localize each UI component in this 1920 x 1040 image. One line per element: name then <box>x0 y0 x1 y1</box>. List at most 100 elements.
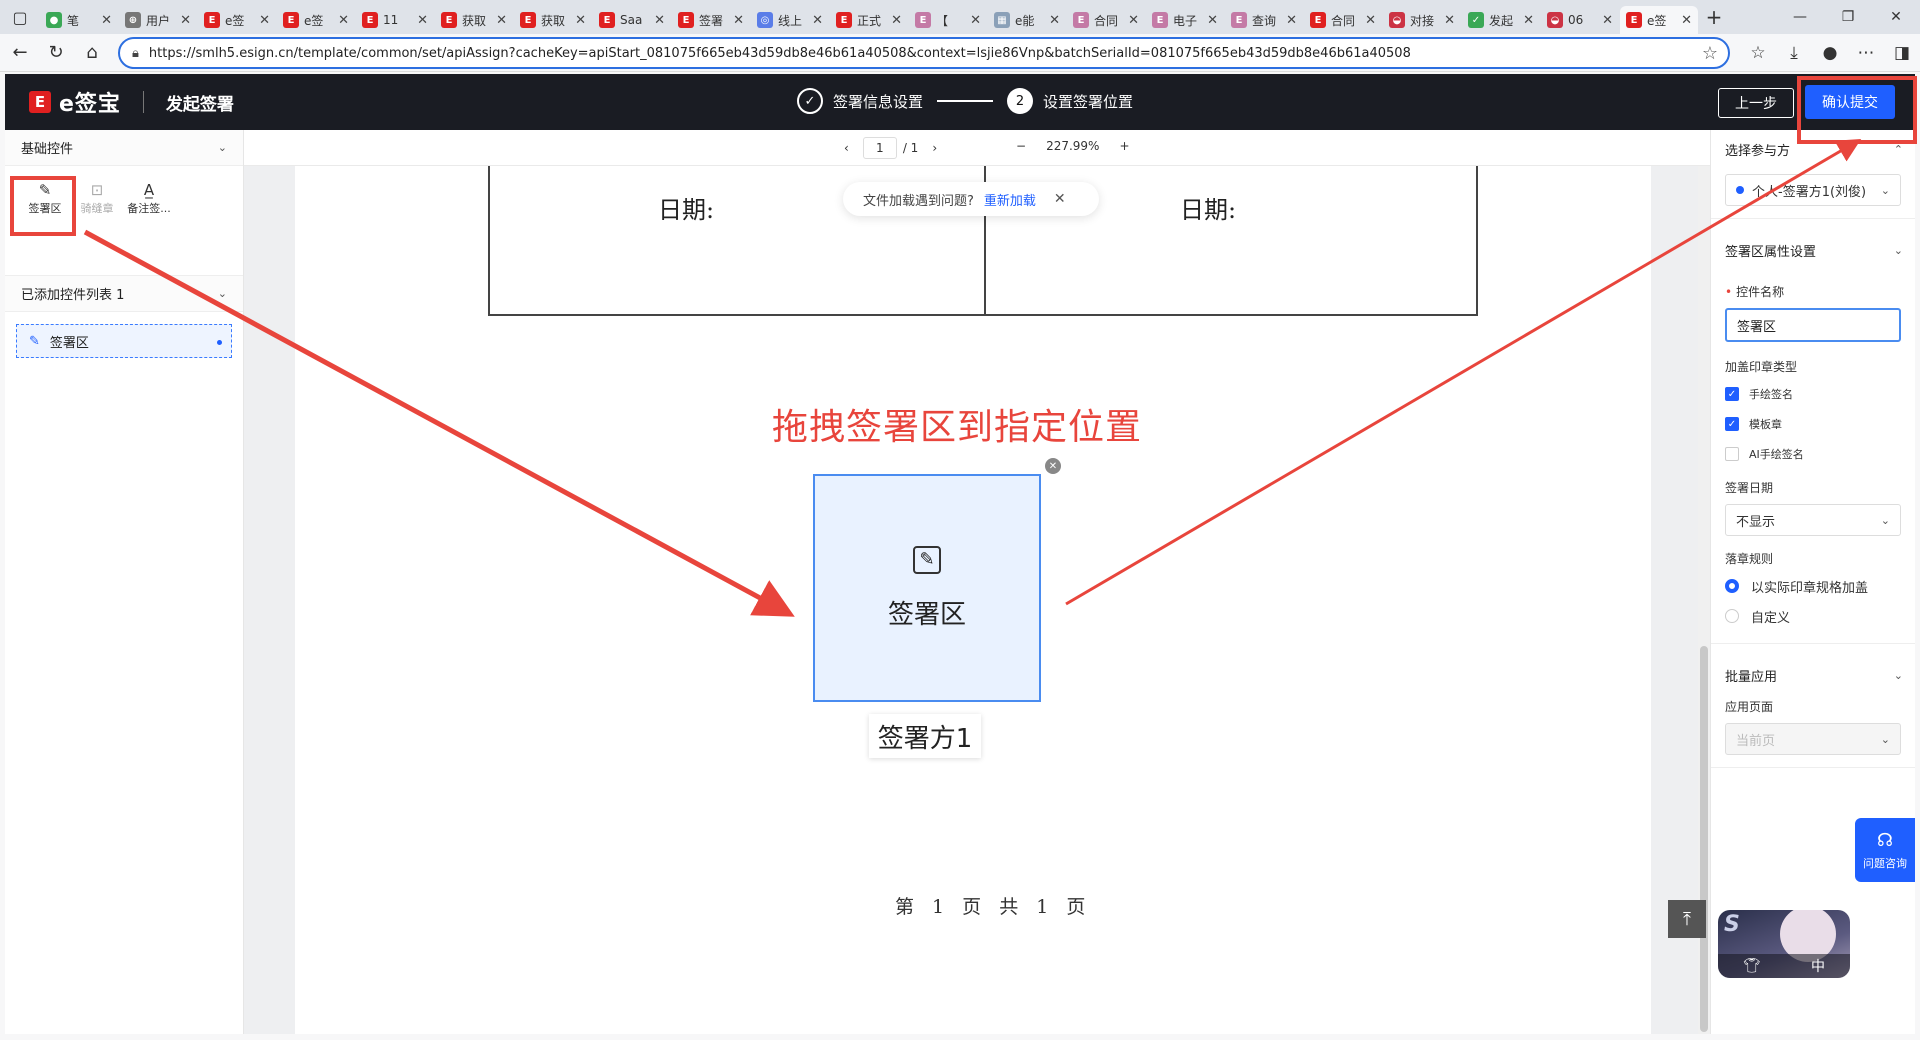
browser-tab[interactable]: ◎ 线上 ✕ <box>751 6 829 34</box>
radio-icon[interactable] <box>1725 579 1739 593</box>
more-menu-icon[interactable]: ⋯ <box>1848 37 1884 69</box>
browser-tab[interactable]: E 查询 ✕ <box>1225 6 1303 34</box>
browser-tab[interactable]: ◒ 对接 ✕ <box>1383 6 1461 34</box>
browser-tab[interactable]: E 11 ✕ <box>356 6 434 34</box>
minimize-icon[interactable]: — <box>1776 0 1824 34</box>
browser-tab[interactable]: Ee签 ✕ <box>1620 6 1698 34</box>
browser-tab[interactable]: Ee签 ✕ <box>277 6 355 34</box>
seal-type-option[interactable]: AI手绘签名 <box>1711 439 1915 469</box>
home-icon[interactable]: ⌂ <box>76 37 108 69</box>
close-icon[interactable]: ✕ <box>1054 191 1066 207</box>
seal-type-option[interactable]: ✓ 模板章 <box>1711 409 1915 439</box>
tab-close-icon[interactable]: ✕ <box>575 13 586 28</box>
sign-date-select[interactable]: 不显示 ⌄ <box>1725 504 1901 536</box>
browser-tab[interactable]: E 签署 ✕ <box>672 6 750 34</box>
tab-close-icon[interactable]: ✕ <box>496 13 507 28</box>
next-page-icon[interactable]: › <box>932 141 937 155</box>
radio-icon[interactable] <box>1725 609 1739 623</box>
seal-rule-option[interactable]: 自定义 <box>1711 601 1915 631</box>
browser-tab[interactable]: E 获取 ✕ <box>435 6 513 34</box>
tab-close-icon[interactable]: ✕ <box>1049 13 1060 28</box>
chevron-down-icon[interactable]: ⌄ <box>218 141 227 154</box>
browser-tab[interactable]: E 【 ✕ <box>909 6 987 34</box>
scrollbar-thumb[interactable] <box>1700 646 1708 1032</box>
props-section-header[interactable]: 签署区属性设置 ⌄ <box>1711 231 1915 269</box>
new-tab-button[interactable]: + <box>1699 3 1729 31</box>
reload-link[interactable]: 重新加载 <box>984 190 1036 209</box>
site-info-icon[interactable]: 🔒︎ <box>132 46 139 61</box>
back-to-top-icon[interactable]: ⤒ <box>1668 900 1706 938</box>
browser-tab[interactable]: ● 笔 ✕ <box>40 6 118 34</box>
help-consult-button[interactable]: ☊ 问题咨询 <box>1855 818 1915 882</box>
apply-page-select[interactable]: 当前页 ⌄ <box>1725 723 1901 755</box>
browser-tab[interactable]: Ee签 ✕ <box>198 6 276 34</box>
control-tool[interactable]: ⊡ 骑缝章 <box>71 180 123 275</box>
tab-close-icon[interactable]: ✕ <box>1128 13 1139 28</box>
prev-page-icon[interactable]: ‹ <box>844 141 849 155</box>
tab-close-icon[interactable]: ✕ <box>733 13 744 28</box>
browser-tab[interactable]: ✓ 发起 ✕ <box>1462 6 1540 34</box>
tab-close-icon[interactable]: ✕ <box>1523 13 1534 28</box>
control-name-input[interactable]: 签署区 <box>1725 308 1901 342</box>
browser-tab[interactable]: E 电子 ✕ <box>1146 6 1224 34</box>
browser-tab[interactable]: E 合同 ✕ <box>1304 6 1382 34</box>
zoom-in-icon[interactable]: + <box>1119 139 1129 153</box>
previous-step-button[interactable]: 上一步 <box>1718 88 1794 118</box>
added-controls-header[interactable]: 已添加控件列表 1 ⌄ <box>5 276 243 312</box>
browser-tab[interactable]: E 获取 ✕ <box>514 6 592 34</box>
browser-tab[interactable]: E 正式 ✕ <box>830 6 908 34</box>
favorite-star-icon[interactable]: ☆ <box>1702 43 1718 64</box>
tab-close-icon[interactable]: ✕ <box>101 13 112 28</box>
zoom-out-icon[interactable]: − <box>1016 139 1026 153</box>
tab-close-icon[interactable]: ✕ <box>1365 13 1376 28</box>
chevron-down-icon[interactable]: ⌄ <box>1894 669 1903 682</box>
window-menu-icon[interactable]: ▢ <box>0 0 40 34</box>
url-input[interactable]: 🔒︎ https://smlh5.esign.cn/template/commo… <box>118 37 1730 69</box>
tab-close-icon[interactable]: ✕ <box>970 13 981 28</box>
party-select[interactable]: 个人-签署方1(刘俊) ⌄ <box>1725 174 1901 206</box>
browser-tab[interactable]: ▦ e能 ✕ <box>988 6 1066 34</box>
control-tool[interactable]: A̲ 备注签... <box>123 180 175 275</box>
tab-close-icon[interactable]: ✕ <box>1602 13 1613 28</box>
ime-floating-widget[interactable]: S 👕︎ 中 <box>1718 910 1850 978</box>
browser-tab[interactable]: E Saa ✕ <box>593 6 671 34</box>
checkbox-icon[interactable]: ✓ <box>1725 417 1739 431</box>
sidebar-toggle-icon[interactable]: ◨ <box>1884 37 1920 69</box>
favorites-icon[interactable]: ☆ <box>1740 37 1776 69</box>
profile-avatar-icon[interactable]: ● <box>1812 37 1848 69</box>
ime-mode[interactable]: 中 <box>1811 956 1825 976</box>
restore-icon[interactable]: ❐ <box>1824 0 1872 34</box>
close-window-icon[interactable]: ✕ <box>1872 0 1920 34</box>
document-page[interactable]: 日期: 日期: 文件加载遇到问题? 重新加载 ✕ 拖拽签署区到指定位置 ✎ 签署… <box>295 166 1651 1034</box>
added-control-item[interactable]: ✎ 签署区 <box>16 324 232 358</box>
remove-signature-area-icon[interactable]: ✕ <box>1045 458 1061 474</box>
browser-tab[interactable]: E 合同 ✕ <box>1067 6 1145 34</box>
tab-close-icon[interactable]: ✕ <box>654 13 665 28</box>
tab-close-icon[interactable]: ✕ <box>891 13 902 28</box>
back-icon[interactable]: ← <box>4 37 36 69</box>
signature-area-box[interactable]: ✎ 签署区 <box>813 474 1041 702</box>
basic-controls-header[interactable]: 基础控件 ⌄ <box>5 130 243 166</box>
download-icon[interactable]: ⤓ <box>1776 37 1812 69</box>
tab-close-icon[interactable]: ✕ <box>1286 13 1297 28</box>
seal-rule-option[interactable]: 以实际印章规格加盖 <box>1711 571 1915 601</box>
tab-close-icon[interactable]: ✕ <box>180 13 191 28</box>
batch-section-header[interactable]: 批量应用 ⌄ <box>1711 656 1915 694</box>
tab-close-icon[interactable]: ✕ <box>417 13 428 28</box>
chevron-down-icon[interactable]: ⌄ <box>218 287 227 300</box>
chevron-down-icon[interactable]: ⌄ <box>1894 244 1903 257</box>
browser-tab[interactable]: ◒ 06 ✕ <box>1541 6 1619 34</box>
tab-close-icon[interactable]: ✕ <box>259 13 270 28</box>
seal-type-option[interactable]: ✓ 手绘签名 <box>1711 379 1915 409</box>
browser-tab[interactable]: ⊕ 用户 ✕ <box>119 6 197 34</box>
tab-close-icon[interactable]: ✕ <box>812 13 823 28</box>
chevron-up-icon[interactable]: ⌃ <box>1894 143 1903 156</box>
tab-close-icon[interactable]: ✕ <box>1207 13 1218 28</box>
tab-close-icon[interactable]: ✕ <box>1444 13 1455 28</box>
tab-close-icon[interactable]: ✕ <box>338 13 349 28</box>
refresh-icon[interactable]: ↻ <box>40 37 72 69</box>
checkbox-icon[interactable] <box>1725 447 1739 461</box>
checkbox-icon[interactable]: ✓ <box>1725 387 1739 401</box>
skin-shirt-icon[interactable]: 👕︎ <box>1743 958 1761 974</box>
page-number-input[interactable]: 1 <box>862 137 897 159</box>
